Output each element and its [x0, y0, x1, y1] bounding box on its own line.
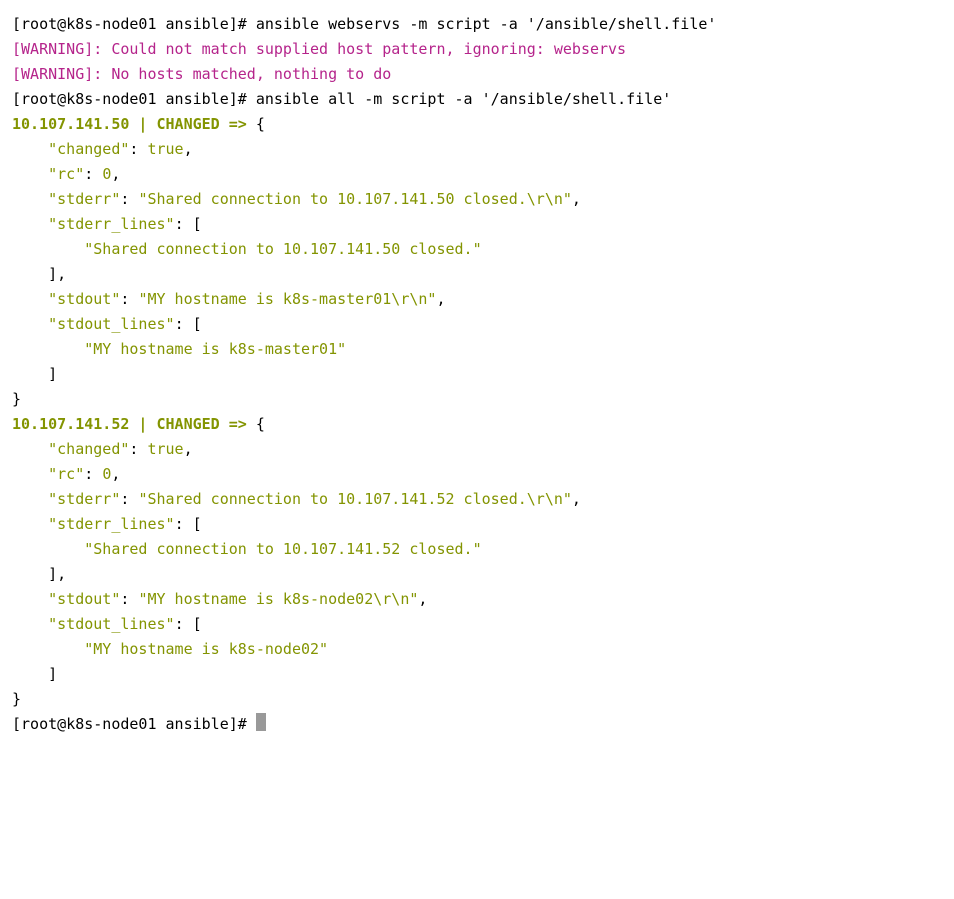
comma-4: , [436, 290, 445, 308]
json-line: "stderr_lines": [ [12, 515, 202, 533]
key-changed-1: "changed" [12, 140, 129, 158]
warning-line-1: [WARNING]: Could not match supplied host… [12, 40, 626, 58]
json-line: "stderr": "Shared connection to 10.107.1… [12, 490, 581, 508]
val-stderr-1: "Shared connection to 10.107.141.50 clos… [138, 190, 571, 208]
val-stderrlines-1: "Shared connection to 10.107.141.50 clos… [12, 240, 482, 258]
key-stderr-1: "stderr" [12, 190, 120, 208]
col-rc-2: : [84, 465, 102, 483]
brace-open-1: { [256, 115, 265, 133]
hostname-2: k8s-node01 [66, 90, 156, 108]
key-stdout-2: "stdout" [12, 590, 120, 608]
val-stderrlines-2: "Shared connection to 10.107.141.52 clos… [12, 540, 482, 558]
status-2: CHANGED [157, 415, 220, 433]
val-stdoutlines-1: "MY hostname is k8s-master01" [12, 340, 346, 358]
prompt-line-3[interactable]: [root@k8s-node01 ansible]# [12, 715, 256, 733]
col-stdout-2: : [120, 590, 138, 608]
warning-line-2: [WARNING]: No hosts matched, nothing to … [12, 65, 391, 83]
prompt-hash-2: ]# [229, 90, 256, 108]
json-line: "Shared connection to 10.107.141.50 clos… [12, 240, 482, 258]
brace-close-2: } [12, 690, 21, 708]
prompt-dir: ansible [157, 15, 229, 33]
prompt-prefix-2: [root@ [12, 90, 66, 108]
json-line: "stdout": "MY hostname is k8s-node02\r\n… [12, 590, 427, 608]
command-2: ansible all -m script -a '/ansible/shell… [256, 90, 671, 108]
json-line: "stdout_lines": [ [12, 315, 202, 333]
key-rc-2: "rc" [12, 465, 84, 483]
key-stdout-1: "stdout" [12, 290, 120, 308]
val-changed-2: true [147, 440, 183, 458]
col-stderr-1: : [120, 190, 138, 208]
col-rc-1: : [84, 165, 102, 183]
key-stderr-2: "stderr" [12, 490, 120, 508]
col-stdoutlines-1: : [ [175, 315, 202, 333]
json-line: "Shared connection to 10.107.141.52 clos… [12, 540, 482, 558]
prompt-dir-3: ansible [157, 715, 229, 733]
arrow-2: => [220, 415, 256, 433]
json-line: "MY hostname is k8s-master01" [12, 340, 346, 358]
col-stdout-1: : [120, 290, 138, 308]
col-stderrlines-2: : [ [175, 515, 202, 533]
comma-2: , [111, 165, 120, 183]
json-line: "rc": 0, [12, 165, 120, 183]
col-stderr-2: : [120, 490, 138, 508]
command-1: ansible webservs -m script -a '/ansible/… [256, 15, 717, 33]
prompt-dir-2: ansible [157, 90, 229, 108]
json-line: "stderr_lines": [ [12, 215, 202, 233]
val-stdout-2: "MY hostname is k8s-node02\r\n" [138, 590, 418, 608]
prompt-prefix-3: [root@ [12, 715, 66, 733]
json-line: "changed": true, [12, 440, 193, 458]
prompt-prefix: [root@ [12, 15, 66, 33]
host-header-1: 10.107.141.50 | CHANGED => { [12, 115, 265, 133]
col-stdoutlines-2: : [ [175, 615, 202, 633]
json-line: "changed": true, [12, 140, 193, 158]
prompt-hash: ]# [229, 15, 256, 33]
json-line: "rc": 0, [12, 465, 120, 483]
val-changed-1: true [147, 140, 183, 158]
cursor-icon [256, 713, 266, 731]
host-header-2: 10.107.141.52 | CHANGED => { [12, 415, 265, 433]
hostname: k8s-node01 [66, 15, 156, 33]
close-bracket-3: ], [12, 565, 66, 583]
ip-2: 10.107.141.52 [12, 415, 129, 433]
key-stdoutlines-2: "stdout_lines" [12, 615, 175, 633]
val-stderr-2: "Shared connection to 10.107.141.52 clos… [138, 490, 571, 508]
status-sep-2: | [129, 415, 156, 433]
brace-open-2: { [256, 415, 265, 433]
comma-8: , [418, 590, 427, 608]
hostname-3: k8s-node01 [66, 715, 156, 733]
status-sep-1: | [129, 115, 156, 133]
json-line: "stdout": "MY hostname is k8s-master01\r… [12, 290, 445, 308]
json-line: "stderr": "Shared connection to 10.107.1… [12, 190, 581, 208]
comma-7: , [572, 490, 581, 508]
key-stderrlines-1: "stderr_lines" [12, 215, 175, 233]
brace-close-1: } [12, 390, 21, 408]
col-changed-2: : [129, 440, 147, 458]
comma-1: , [184, 140, 193, 158]
close-bracket-2: ] [12, 365, 57, 383]
key-changed-2: "changed" [12, 440, 129, 458]
arrow-1: => [220, 115, 256, 133]
comma-6: , [111, 465, 120, 483]
prompt-hash-3: ]# [229, 715, 256, 733]
close-bracket-4: ] [12, 665, 57, 683]
val-rc-2: 0 [102, 465, 111, 483]
col-changed-1: : [129, 140, 147, 158]
ip-1: 10.107.141.50 [12, 115, 129, 133]
key-stdoutlines-1: "stdout_lines" [12, 315, 175, 333]
key-stderrlines-2: "stderr_lines" [12, 515, 175, 533]
json-line: "stdout_lines": [ [12, 615, 202, 633]
prompt-line-2[interactable]: [root@k8s-node01 ansible]# ansible all -… [12, 90, 671, 108]
json-line: "MY hostname is k8s-node02" [12, 640, 328, 658]
close-bracket-1: ], [12, 265, 66, 283]
val-stdout-1: "MY hostname is k8s-master01\r\n" [138, 290, 436, 308]
comma-3: , [572, 190, 581, 208]
val-rc-1: 0 [102, 165, 111, 183]
col-stderrlines-1: : [ [175, 215, 202, 233]
comma-5: , [184, 440, 193, 458]
prompt-line-1[interactable]: [root@k8s-node01 ansible]# ansible webse… [12, 15, 716, 33]
key-rc-1: "rc" [12, 165, 84, 183]
val-stdoutlines-2: "MY hostname is k8s-node02" [12, 640, 328, 658]
status-1: CHANGED [157, 115, 220, 133]
